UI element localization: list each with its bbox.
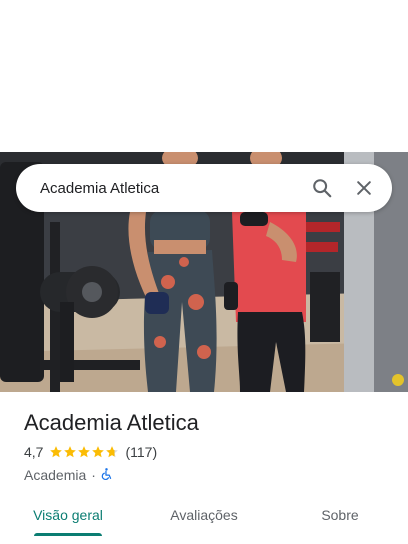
- star-rating: [49, 445, 119, 459]
- tab-overview[interactable]: Visão geral: [0, 494, 136, 536]
- search-icon[interactable]: [304, 170, 340, 206]
- tab-reviews[interactable]: Avaliações: [136, 494, 272, 536]
- star-icon: [106, 446, 119, 458]
- tab-about[interactable]: Sobre: [272, 494, 408, 536]
- star-icon: [78, 446, 91, 458]
- separator-dot: ·: [91, 467, 96, 483]
- place-tabs: Visão geral Avaliações Sobre: [0, 494, 408, 536]
- rating-row[interactable]: 4,7 (117): [24, 441, 394, 463]
- review-count[interactable]: (117): [125, 444, 157, 460]
- place-info: Academia Atletica 4,7 (117) Academia ·: [24, 408, 394, 485]
- place-details-page: Academia Atletica Academia Atletica 4,7 …: [0, 0, 408, 544]
- category-row: Academia ·: [24, 465, 394, 485]
- category-label: Academia: [24, 467, 87, 483]
- close-icon[interactable]: [346, 170, 382, 206]
- place-title: Academia Atletica: [24, 410, 199, 435]
- wheelchair-icon: [100, 467, 113, 484]
- rating-value: 4,7: [24, 444, 44, 460]
- star-icon: [50, 446, 63, 458]
- star-icon: [64, 446, 77, 458]
- star-icon: [92, 446, 105, 458]
- search-bar[interactable]: Academia Atletica: [16, 164, 392, 212]
- search-input[interactable]: Academia Atletica: [40, 180, 298, 197]
